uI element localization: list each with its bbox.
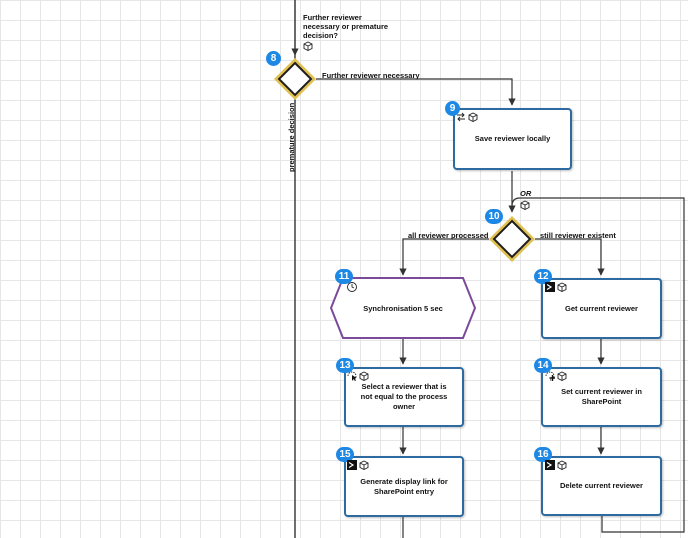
cube-icon [359,460,369,470]
step-badge-10: 10 [485,209,503,224]
cube-icon [520,200,530,210]
branch-label-all-reviewer-processed: all reviewer processed [408,231,489,240]
add-user-plus-icon [545,371,555,381]
gateway-8-diamond[interactable] [274,58,316,100]
branch-label-still-reviewer-existent: still reviewer existent [540,231,616,240]
branch-label-premature-decision: premature decision [287,102,296,172]
task-12-label: Get current reviewer [565,303,638,313]
task-15-label: Generate display link for SharePoint ent… [360,476,448,496]
task-13-label: Select a reviewer that is not equal to t… [360,382,448,411]
exchange-arrows-icon [457,112,465,122]
cube-icon [303,41,313,51]
cube-icon [468,112,478,122]
join-or-label: OR [520,189,532,198]
decision-8-question: Further reviewer necessary or premature … [303,13,389,40]
cube-icon [557,460,567,470]
connector-all-reviewer-processed[interactable] [399,238,489,276]
script-terminal-icon [347,460,357,470]
task-14-label: Set current reviewer in SharePoint [561,387,642,406]
user-select-cursor-icon [347,371,357,381]
connector-further-reviewer-necessary[interactable] [316,78,516,106]
task-9-label: Save reviewer locally [474,134,551,143]
cube-icon [359,371,369,381]
script-terminal-icon [545,282,555,292]
cube-icon [557,371,567,381]
branch-label-further-reviewer: Further reviewer necessary [322,71,420,80]
task-16-label: Delete current reviewer [560,481,643,490]
step-badge-8: 8 [266,51,281,66]
cube-icon [557,282,567,292]
script-terminal-icon [545,460,555,470]
timer-clock-icon [347,282,357,292]
